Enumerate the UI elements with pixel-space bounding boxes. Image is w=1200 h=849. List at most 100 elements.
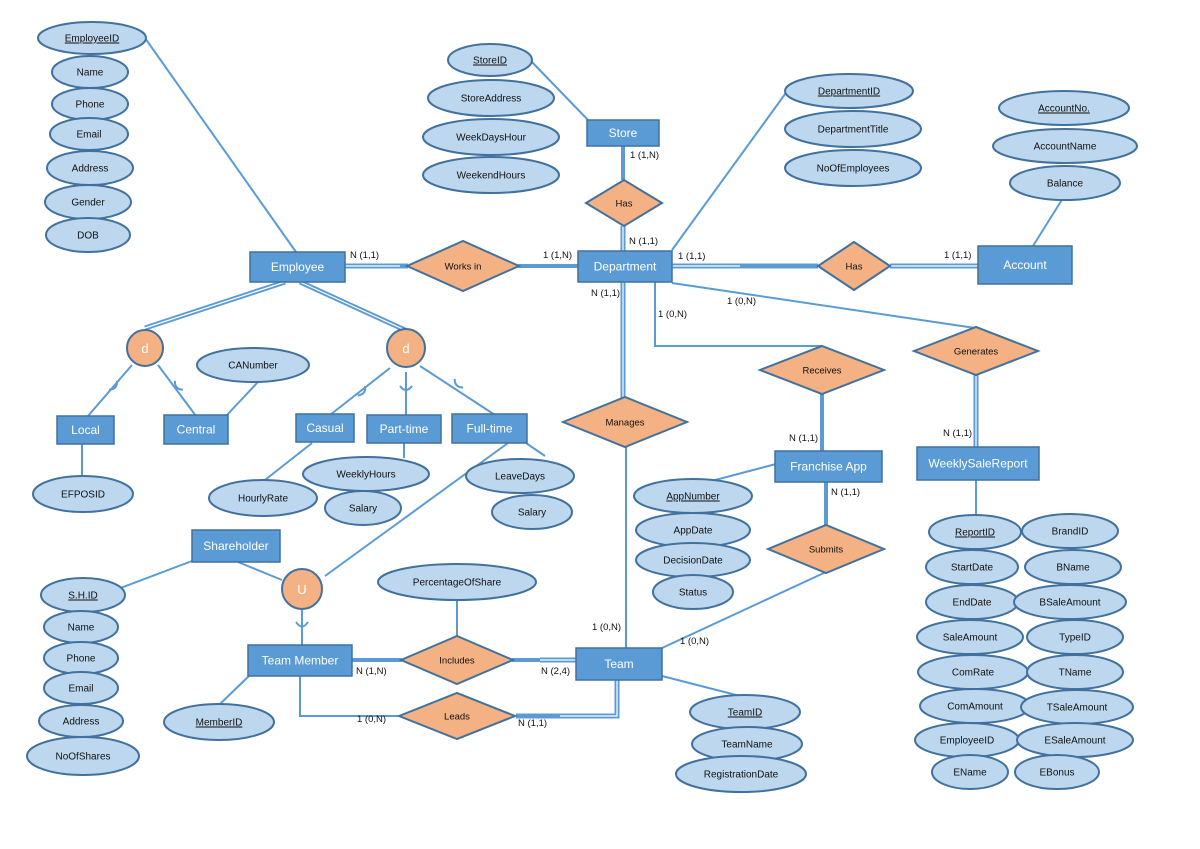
attribute-sh-address: Address bbox=[38, 704, 124, 738]
entity-label: Franchise App bbox=[790, 460, 867, 474]
relationship-label: Has bbox=[616, 199, 633, 210]
entity-employee[interactable]: Employee bbox=[249, 251, 346, 283]
attribute-label: AppDate bbox=[674, 526, 713, 537]
disjoint-circle-spec2: d bbox=[386, 328, 426, 368]
attribute-label: AccountNo. bbox=[1038, 104, 1090, 115]
relationship-hasaccount[interactable]: Has bbox=[816, 240, 892, 292]
entity-local[interactable]: Local bbox=[56, 415, 115, 445]
attribute-label: LeaveDays bbox=[495, 472, 545, 483]
attribute-emp-id: EmployeeID bbox=[37, 21, 147, 55]
attribute-label: AccountName bbox=[1034, 142, 1097, 153]
attribute-label: WeeklyHours bbox=[336, 470, 395, 481]
entity-label: Local bbox=[71, 423, 100, 437]
attribute-label: StoreAddress bbox=[461, 94, 522, 105]
line-leads-team bbox=[516, 677, 620, 719]
line-shareholder-union bbox=[237, 561, 283, 581]
attribute-label: MemberID bbox=[196, 718, 243, 729]
attribute-tsale: TSaleAmount bbox=[1020, 689, 1134, 725]
entity-weekly[interactable]: WeeklySaleReport bbox=[916, 446, 1040, 481]
attribute-label: Gender bbox=[71, 198, 105, 209]
entity-label: Account bbox=[1003, 258, 1047, 272]
attribute-label: EmployeeID bbox=[65, 34, 119, 45]
attribute-sale-amount: SaleAmount bbox=[916, 619, 1024, 655]
attribute-emp-address: Address bbox=[46, 150, 134, 186]
cardinality-tm-leads: 1 (0,N) bbox=[357, 714, 386, 725]
attribute-label: EmployeeID bbox=[940, 736, 994, 747]
relationship-leads[interactable]: Leads bbox=[396, 691, 518, 741]
attribute-bname: BName bbox=[1024, 549, 1122, 585]
relationship-hasstore[interactable]: Has bbox=[584, 178, 664, 228]
line-spec1-central bbox=[157, 364, 197, 417]
cardinality-dept-manages: N (1,1) bbox=[591, 288, 620, 299]
attribute-label: EBonus bbox=[1039, 768, 1074, 779]
attribute-label: BrandID bbox=[1052, 527, 1089, 538]
attribute-emp-gender: Gender bbox=[44, 184, 132, 220]
attribute-acc-no: AccountNo. bbox=[998, 90, 1130, 126]
entity-label: Casual bbox=[306, 421, 343, 435]
relationship-includes[interactable]: Includes bbox=[398, 634, 516, 686]
attribute-canumber: CANumber bbox=[196, 347, 310, 383]
entity-parttime[interactable]: Part-time bbox=[366, 414, 442, 444]
relationship-submits[interactable]: Submits bbox=[765, 523, 887, 575]
attribute-com-rate: ComRate bbox=[917, 654, 1029, 690]
entity-franchise[interactable]: Franchise App bbox=[774, 450, 883, 483]
attribute-emp-email: Email bbox=[49, 117, 129, 151]
attribute-label: StartDate bbox=[951, 563, 994, 574]
relationship-receives[interactable]: Receives bbox=[757, 344, 887, 396]
attribute-sh-email: Email bbox=[43, 671, 119, 705]
attribute-label: WeekDaysHour bbox=[456, 133, 527, 144]
entity-department[interactable]: Department bbox=[577, 250, 673, 283]
attribute-emp-name: Name bbox=[51, 55, 129, 89]
cardinality-team-manages: 1 (0,N) bbox=[592, 622, 621, 633]
entity-label: Store bbox=[609, 126, 638, 140]
attribute-leavedays: LeaveDays bbox=[465, 458, 575, 494]
entity-label: Department bbox=[594, 260, 657, 274]
line-employee-employeeid bbox=[144, 37, 297, 253]
attribute-emp-phone: Phone bbox=[51, 87, 129, 121]
cardinality-dept-has-acc: 1 (1,1) bbox=[678, 251, 705, 262]
relationship-label: Receives bbox=[802, 366, 841, 377]
relationship-label: Submits bbox=[809, 545, 844, 556]
entity-central[interactable]: Central bbox=[163, 414, 229, 445]
relationship-generates[interactable]: Generates bbox=[911, 325, 1041, 377]
entity-label: WeeklySaleReport bbox=[928, 457, 1028, 471]
attribute-type-id: TypeID bbox=[1026, 619, 1124, 655]
line-team-teamid bbox=[661, 675, 741, 697]
relationship-manages[interactable]: Manages bbox=[560, 395, 690, 449]
attribute-ft-salary: Salary bbox=[491, 494, 573, 530]
attribute-label: DepartmentID bbox=[818, 87, 880, 98]
attribute-start-date: StartDate bbox=[925, 549, 1019, 585]
attribute-sh-id: S.H.ID bbox=[40, 577, 126, 613]
attribute-app-date: AppDate bbox=[635, 512, 751, 548]
entity-shareholder[interactable]: Shareholder bbox=[191, 529, 281, 563]
disjoint-circle-spec1: d bbox=[126, 329, 164, 367]
attribute-label: BSaleAmount bbox=[1039, 598, 1100, 609]
entity-teammember[interactable]: Team Member bbox=[247, 644, 353, 677]
cardinality-franchise-submits: N (1,1) bbox=[831, 487, 860, 498]
relationship-label: Has bbox=[846, 262, 863, 273]
entity-fulltime[interactable]: Full-time bbox=[451, 413, 528, 444]
attribute-label: EName bbox=[953, 768, 987, 779]
entity-team[interactable]: Team bbox=[575, 647, 663, 681]
relationship-worksin[interactable]: Works in bbox=[404, 239, 522, 293]
attribute-label: DOB bbox=[77, 231, 99, 242]
attribute-label: Email bbox=[68, 684, 93, 695]
specialization-label: U bbox=[297, 582, 306, 597]
entity-casual[interactable]: Casual bbox=[295, 413, 355, 443]
attribute-label: ComRate bbox=[952, 668, 995, 679]
relationship-label: Generates bbox=[954, 347, 999, 358]
attribute-acc-balance: Balance bbox=[1009, 165, 1121, 201]
entity-store[interactable]: Store bbox=[586, 119, 660, 147]
attribute-dept-title: DepartmentTitle bbox=[784, 110, 922, 148]
attribute-member-id: MemberID bbox=[163, 703, 275, 741]
attribute-weeklyhours: WeeklyHours bbox=[302, 456, 430, 492]
attribute-label: HourlyRate bbox=[238, 494, 288, 505]
attribute-emp-dob: DOB bbox=[45, 217, 131, 253]
attribute-label: StoreID bbox=[473, 56, 507, 67]
entity-account[interactable]: Account bbox=[977, 245, 1073, 285]
er-diagram: EmployeeID Name Phone Email Address Gender DOB… bbox=[26, 21, 1138, 793]
attribute-sh-phone: Phone bbox=[43, 641, 119, 675]
attribute-label: Name bbox=[77, 68, 104, 79]
line-shareholder-shid bbox=[117, 560, 193, 590]
attribute-label: TSaleAmount bbox=[1047, 703, 1108, 714]
